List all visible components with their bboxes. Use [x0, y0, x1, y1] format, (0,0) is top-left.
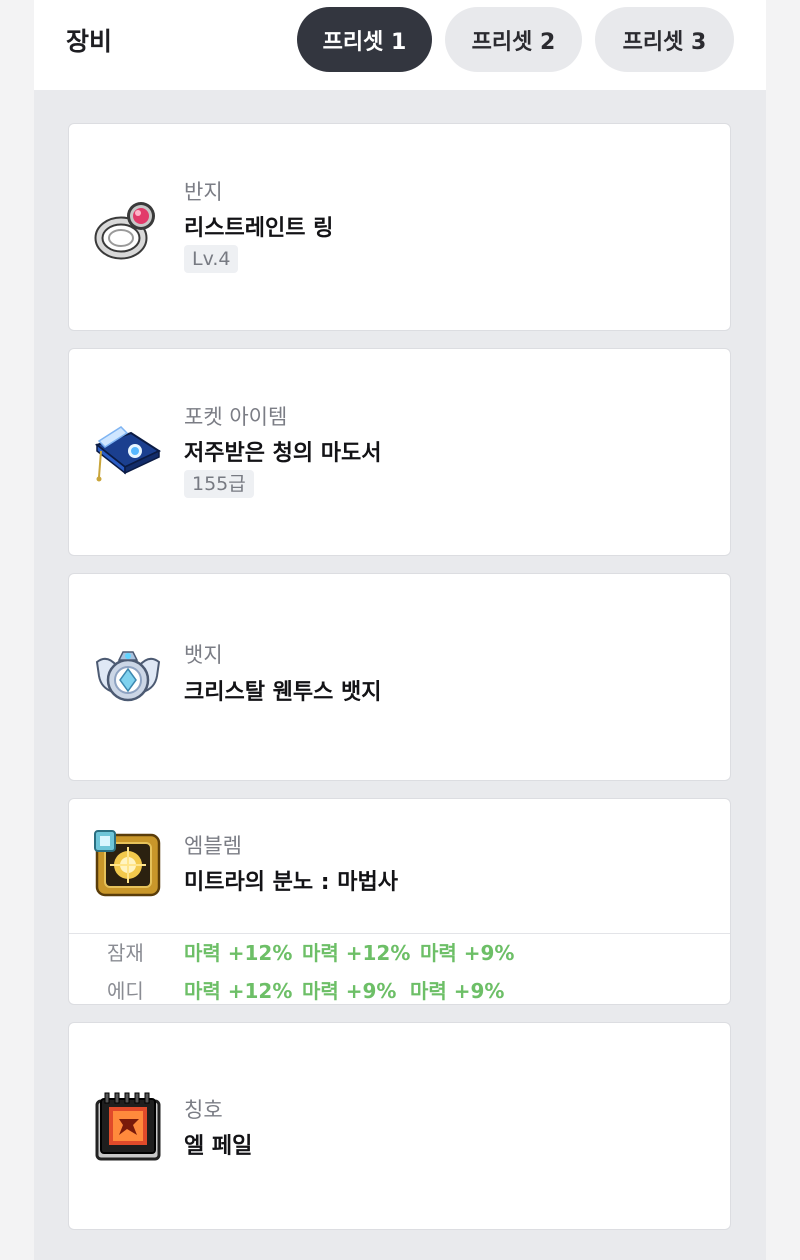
ring-icon — [93, 194, 163, 264]
potential-stat-1: 마력 +12% — [184, 941, 293, 965]
item-name: 크리스탈 웬투스 뱃지 — [184, 680, 382, 705]
additional-stat-2: 마력 +9% — [302, 979, 397, 1003]
equipment-header: 장비 프리셋 1 프리셋 2 프리셋 3 — [34, 0, 766, 90]
equipment-card-badge[interactable]: 뱃지 크리스탈 웬투스 뱃지 — [68, 573, 731, 781]
item-name: 저주받은 청의 마도서 — [184, 441, 382, 466]
equipment-card-emblem[interactable]: 엠블렘 미트라의 분노 : 마법사 잠재 마력 +12% 마력 +12% 마력 … — [68, 798, 731, 1005]
preset-tab-2[interactable]: 프리셋 2 — [445, 7, 582, 72]
item-grade-badge: 155급 — [184, 470, 254, 498]
title-book-icon — [91, 1089, 167, 1165]
additional-label: 에디 — [107, 979, 144, 1003]
spellbook-icon — [91, 417, 161, 487]
item-name: 리스트레인트 링 — [184, 216, 334, 241]
item-category: 엠블렘 — [184, 834, 242, 858]
preset-tab-1[interactable]: 프리셋 1 — [297, 7, 432, 72]
item-name: 미트라의 분노 : 마법사 — [184, 870, 398, 895]
item-name: 엘 페일 — [184, 1134, 253, 1159]
potential-label: 잠재 — [107, 941, 144, 965]
potential-stat-2: 마력 +12% — [302, 941, 411, 965]
item-category: 칭호 — [184, 1098, 223, 1122]
equipment-card-ring[interactable]: 반지 리스트레인트 링 Lv.4 — [68, 123, 731, 331]
item-level-badge: Lv.4 — [184, 245, 239, 273]
emblem-icon — [93, 829, 163, 899]
equipment-panel: 장비 프리셋 1 프리셋 2 프리셋 3 반지 리스트레인트 링 Lv.4 포켓… — [34, 0, 766, 1260]
item-category: 반지 — [184, 180, 223, 204]
page-title: 장비 — [66, 27, 113, 56]
potential-stat-3: 마력 +9% — [420, 941, 515, 965]
equipment-card-pocket[interactable]: 포켓 아이템 저주받은 청의 마도서 155급 — [68, 348, 731, 556]
item-category: 포켓 아이템 — [184, 405, 288, 429]
divider — [69, 933, 730, 934]
additional-stat-3: 마력 +9% — [410, 979, 505, 1003]
badge-icon — [93, 642, 163, 712]
preset-tab-3[interactable]: 프리셋 3 — [595, 7, 734, 72]
equipment-card-title[interactable]: 칭호 엘 페일 — [68, 1022, 731, 1230]
item-category: 뱃지 — [184, 643, 223, 667]
additional-stat-1: 마력 +12% — [184, 979, 293, 1003]
